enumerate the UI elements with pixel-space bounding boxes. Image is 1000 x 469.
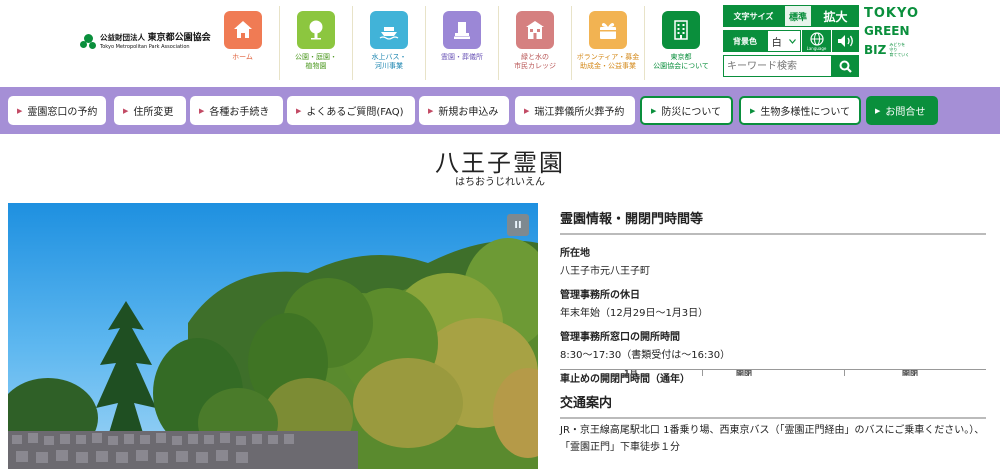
menu-button-label: よくあるご質問(FAQ) [306, 107, 404, 118]
triangle-right-icon: ▶ [428, 106, 434, 115]
bg-color-label: 背景色 [723, 30, 767, 52]
nav-item-label: ボランティア・募金 助成金・公益事業 [576, 53, 640, 70]
menu-button[interactable]: ▶ お問合せ [866, 96, 938, 125]
globe-icon [809, 31, 824, 46]
access-text: JR・京王線高尾駅北口 1番乗り場、西東京バス（「霊園正門経由」のバスにご乗車く… [560, 425, 985, 453]
gravestone-icon [443, 11, 481, 49]
logo-org-en: Tokyo Metropolitan Park Association [100, 44, 190, 50]
site-header: 公益財団法人 東京都公園協会 Tokyo Metropolitan Park A… [0, 0, 1000, 87]
nav-item-label: 東京都 公園協会について [653, 53, 709, 70]
font-size-large-button[interactable]: 拡大 [812, 5, 859, 27]
nav-item-label: 霊園・葬儀所 [441, 53, 483, 61]
nav-item-tree[interactable]: 公園・庭園・ 植物園 [279, 6, 352, 80]
nav-item-boat[interactable]: 水上バス・ 河川事業 [352, 6, 425, 80]
slideshow-pause-button[interactable]: II [507, 214, 529, 236]
triangle-right-icon: ▶ [123, 106, 129, 115]
language-label: Language [806, 45, 827, 51]
nav-item-gift[interactable]: ボランティア・募金 助成金・公益事業 [571, 6, 644, 80]
info-item-value: 年末年始（12月29日〜1月3日） [560, 308, 709, 319]
menu-button-label: 瑞江葬儀所火葬予約 [534, 107, 625, 118]
menu-button[interactable]: ▶ 防災について [640, 96, 733, 125]
menu-button-label: 防災について [661, 107, 722, 118]
home-icon [223, 11, 262, 49]
speaker-icon [837, 35, 853, 47]
nav-item-home[interactable]: ホーム [206, 6, 279, 80]
menu-button[interactable]: ▶ 霊園窓口の予約 [8, 96, 106, 125]
building-icon [662, 11, 700, 49]
info-item-location: 所在地 八王子市元八王子町 [560, 244, 986, 277]
menu-button[interactable]: ▶ 住所変更 [114, 96, 186, 125]
info-item-value: 8:30〜17:30（書類受付は〜16:30） [560, 350, 731, 361]
gift-icon [589, 11, 627, 49]
logo-org-name: 東京都公園協会 [147, 33, 211, 43]
table-header-cell: 開閉 [736, 369, 752, 376]
menu-button-label: 各種お手続き [209, 107, 270, 118]
logo-org-prefix: 公益財団法人 [100, 33, 145, 42]
nav-item-label: 公園・庭園・ 植物園 [295, 53, 337, 70]
accessibility-tools: 文字サイズ 標準 拡大 背景色 白 Language [723, 5, 859, 80]
triangle-right-icon: ▶ [651, 106, 657, 115]
brand-line3: BIZ [864, 43, 887, 57]
access-heading: 交通案内 [560, 392, 986, 419]
font-size-standard-button[interactable]: 標準 [784, 5, 812, 27]
triangle-right-icon: ▶ [524, 106, 530, 115]
cemetery-scene-illustration [8, 238, 538, 469]
tokyo-green-biz-logo[interactable]: TOKYO GREEN BIZ みどりを 守り 育てていく [864, 6, 919, 80]
nav-item-gravestone[interactable]: 霊園・葬儀所 [425, 6, 498, 80]
menu-button[interactable]: ▶ 瑞江葬儀所火葬予約 [515, 96, 635, 125]
chevron-down-icon [789, 38, 797, 44]
bg-color-select[interactable]: 白 [767, 30, 801, 52]
menu-button-label: 霊園窓口の予約 [27, 107, 98, 118]
info-item-label: 管理事務所窓口の開所時間 [560, 332, 680, 343]
nav-item-building[interactable]: 東京都 公園協会について [644, 6, 717, 80]
tree-icon [297, 11, 335, 49]
menu-button-label: 生物多様性について [760, 107, 851, 118]
boat-icon [370, 11, 408, 49]
brand-tagline: みどりを 守り 育てていく [889, 42, 910, 57]
brand-line2: GREEN [864, 24, 910, 38]
triangle-right-icon: ▶ [199, 106, 205, 115]
page-title-reading: はちおうじれいえん [455, 177, 545, 188]
menu-button-label: お問合せ [885, 107, 926, 118]
search-icon [839, 60, 852, 73]
quick-menu-bar: ▶ 霊園窓口の予約 ▶ 住所変更 ▶ 各種お手続き ▶ よくあるご質問(FAQ) ▶ 新規お申込み… [0, 87, 1000, 134]
triangle-right-icon: ▶ [17, 106, 23, 115]
menu-button[interactable]: ▶ よくあるご質問(FAQ) [287, 96, 415, 125]
info-item-holidays: 管理事務所の休日 年末年始（12月29日〜1月3日） [560, 286, 986, 319]
nav-item-label: 緑と水の 市民カレッジ [514, 53, 556, 70]
cemetery-slideshow-image [8, 203, 538, 469]
triangle-right-icon: ▶ [750, 106, 756, 115]
site-logo[interactable]: 公益財団法人 東京都公園協会 Tokyo Metropolitan Park A… [80, 34, 211, 50]
menu-button[interactable]: ▶ 新規お申込み [419, 96, 509, 125]
cemetery-info-panel: 霊園情報・開閉門時間等 所在地 八王子市元八王子町 管理事務所の休日 年末年始（… [560, 203, 986, 385]
bg-color-value: 白 [771, 37, 782, 49]
nav-item-school[interactable]: 緑と水の 市民カレッジ [498, 6, 571, 80]
menu-button-label: 新規お申込み [438, 107, 499, 118]
triangle-right-icon: ▶ [296, 106, 302, 115]
park-association-logo-icon [80, 34, 96, 50]
menu-button[interactable]: ▶ 生物多様性について [739, 96, 861, 125]
triangle-right-icon: ▶ [875, 106, 881, 115]
search-input[interactable] [723, 55, 832, 77]
language-button[interactable]: Language [802, 30, 831, 52]
info-item-label: 管理事務所の休日 [560, 290, 640, 301]
category-nav: ホーム 公園・庭園・ 植物園 水上バス・ 河川事業 霊園・葬儀所 緑と水の 市民カレッジ… [206, 6, 717, 84]
menu-button-label: 住所変更 [133, 107, 174, 118]
nav-item-label: ホーム [232, 53, 253, 61]
font-size-label: 文字サイズ [723, 5, 784, 27]
table-header-cell: 1月 [624, 369, 638, 376]
search-button[interactable] [832, 55, 859, 77]
info-item-label: 所在地 [560, 248, 590, 259]
gate-hours-table: 1月 開閉 開閉 [560, 369, 986, 376]
brand-line1: TOKYO [864, 6, 919, 21]
school-icon [516, 11, 554, 49]
info-heading: 霊園情報・開閉門時間等 [560, 208, 986, 235]
speech-button[interactable] [832, 30, 859, 52]
menu-button[interactable]: ▶ 各種お手続き [190, 96, 283, 125]
nav-item-label: 水上バス・ 河川事業 [371, 53, 407, 70]
info-item-office-hours: 管理事務所窓口の開所時間 8:30〜17:30（書類受付は〜16:30） [560, 328, 986, 361]
info-item-value: 八王子市元八王子町 [560, 266, 650, 277]
table-header-cell: 開閉 [902, 369, 918, 376]
